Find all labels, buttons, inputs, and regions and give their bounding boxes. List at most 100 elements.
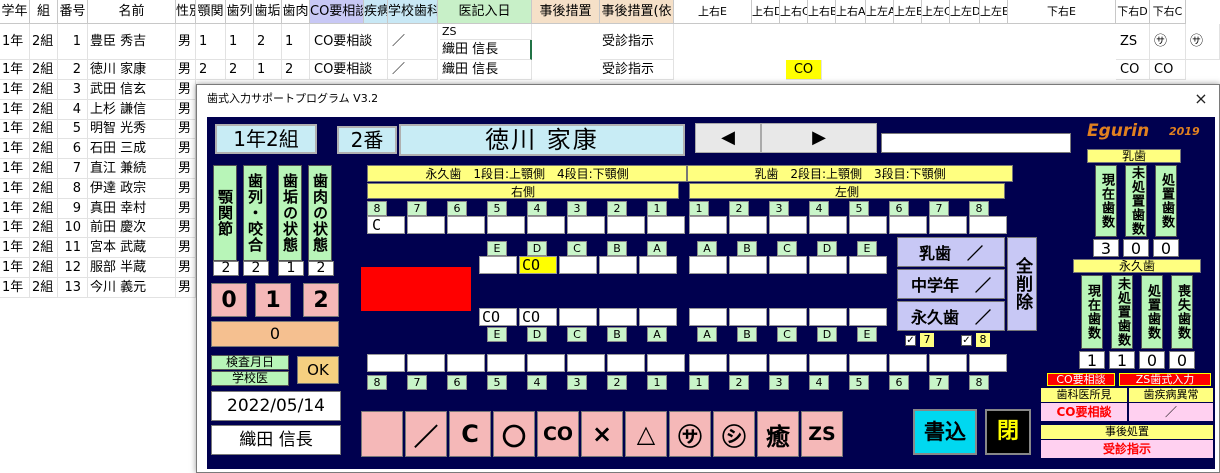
sheet-cell[interactable]: 1年 xyxy=(0,139,30,160)
perm-upper-tooth-slot[interactable] xyxy=(809,216,847,234)
perm-upper-tooth-slot[interactable] xyxy=(567,216,605,234)
sheet-cell[interactable]: 2 xyxy=(58,60,88,80)
sheet-cell[interactable]: 宮本 武蔵 xyxy=(88,238,176,259)
perm-lower-tooth-slot[interactable] xyxy=(689,354,727,372)
illness-value[interactable]: ／ xyxy=(1129,403,1213,421)
perm-upper-tooth-slot[interactable] xyxy=(849,216,887,234)
sheet-cell[interactable]: 13 xyxy=(58,277,88,298)
baby-upper-tooth-slot[interactable] xyxy=(769,256,807,274)
sheet-cell[interactable]: 男 xyxy=(176,218,196,239)
sheet-cell[interactable]: CO xyxy=(786,60,822,80)
baby-lower-tooth-slot[interactable]: CO xyxy=(479,308,517,326)
baby-lower-tooth-slot[interactable] xyxy=(689,308,727,326)
perm-lower-tooth-slot[interactable] xyxy=(447,354,485,372)
sheet-cell[interactable]: 1年 xyxy=(0,24,30,60)
sheet-cell[interactable]: 男 xyxy=(176,79,196,100)
sheet-cell[interactable]: 2組 xyxy=(30,198,58,219)
perm-lower-tooth-slot[interactable] xyxy=(929,354,967,372)
perm-lower-tooth-slot[interactable] xyxy=(527,354,565,372)
exam-date-field[interactable]: 2022/05/14 xyxy=(211,391,341,421)
sheet-cell[interactable]: 2組 xyxy=(30,238,58,259)
baby-lower-tooth-slot[interactable] xyxy=(809,308,847,326)
sheet-cell[interactable]: 2組 xyxy=(30,178,58,199)
check-7-box[interactable]: ✓ xyxy=(905,335,916,346)
circle-symbol-button[interactable]: 〇 xyxy=(493,411,535,457)
score-2-button[interactable]: 2 xyxy=(303,283,339,317)
sheet-cell[interactable]: 1 xyxy=(282,24,310,60)
sheet-cell[interactable]: 1 xyxy=(58,24,88,60)
sheet-cell[interactable]: 上杉 謙信 xyxy=(88,99,176,120)
sheet-cell[interactable]: 1 xyxy=(196,24,226,60)
sheet-cell[interactable]: 男 xyxy=(176,60,196,80)
baby-lower-tooth-slot[interactable]: CO xyxy=(519,308,557,326)
slash-symbol-button[interactable]: ／ xyxy=(405,411,447,457)
baby-lower-tooth-slot[interactable] xyxy=(849,308,887,326)
sheet-cell[interactable]: 9 xyxy=(58,198,88,219)
ok-button[interactable]: OK xyxy=(297,356,339,384)
sheet-cell[interactable]: ／ xyxy=(388,60,438,80)
sheet-cell[interactable]: 前田 慶次 xyxy=(88,218,176,239)
middle-grade-slash-button[interactable]: 中学年 ／ xyxy=(897,269,1005,299)
sheet-cell[interactable]: 男 xyxy=(176,198,196,219)
sheet-cell[interactable]: 1年 xyxy=(0,218,30,239)
sheet-cell[interactable]: 男 xyxy=(176,159,196,179)
sheet-cell[interactable]: CO要相談 xyxy=(310,60,388,80)
sheet-cell[interactable]: CO xyxy=(1116,60,1150,80)
sheet-cell[interactable]: 服部 半蔵 xyxy=(88,258,176,278)
sheet-cell[interactable]: 5 xyxy=(58,119,88,140)
perm-lower-tooth-slot[interactable] xyxy=(647,354,685,372)
clear-all-button[interactable]: 全削除 xyxy=(1007,237,1037,331)
sheet-cell[interactable]: 2組 xyxy=(30,258,58,278)
sheet-cell[interactable]: 2組 xyxy=(30,99,58,120)
sheet-cell[interactable]: 10 xyxy=(58,218,88,239)
next-student-button[interactable]: ▶ xyxy=(761,123,877,153)
baby-upper-tooth-slot[interactable] xyxy=(729,256,767,274)
sheet-cell[interactable]: 1 xyxy=(254,60,282,80)
sheet-cell[interactable]: 真田 幸村 xyxy=(88,198,176,219)
sheet-cell[interactable]: 6 xyxy=(58,139,88,160)
blank-symbol-button[interactable] xyxy=(361,411,403,457)
perm-upper-tooth-slot[interactable] xyxy=(929,216,967,234)
perm-upper-tooth-slot[interactable] xyxy=(889,216,927,234)
gum-value[interactable]: 2 xyxy=(308,261,334,276)
sheet-cell[interactable]: 男 xyxy=(176,24,196,60)
baby-upper-tooth-slot[interactable] xyxy=(639,256,677,274)
sheet-cell[interactable]: ㋚ xyxy=(1150,24,1186,60)
plaque-value[interactable]: 1 xyxy=(278,261,304,276)
sheet-cell[interactable]: 1年 xyxy=(0,178,30,199)
sheet-cell[interactable]: 1年 xyxy=(0,79,30,100)
perm-lower-tooth-slot[interactable] xyxy=(969,354,1007,372)
perm-lower-tooth-slot[interactable] xyxy=(487,354,525,372)
prev-student-button[interactable]: ◀ xyxy=(695,123,761,153)
sheet-cell[interactable]: 今川 義元 xyxy=(88,277,176,298)
sheet-cell[interactable]: 2組 xyxy=(30,159,58,179)
c-symbol-button[interactable]: C xyxy=(449,411,491,457)
perm-upper-tooth-slot[interactable] xyxy=(447,216,485,234)
perm-teeth-slash-button[interactable]: 永久歯 ／ xyxy=(897,301,1005,331)
sheet-cell[interactable]: 2組 xyxy=(30,60,58,80)
baby-upper-tooth-slot[interactable] xyxy=(689,256,727,274)
sheet-cell[interactable]: 2組 xyxy=(30,119,58,140)
sheet-cell[interactable]: 受診指示 xyxy=(600,60,674,80)
sheet-cell[interactable]: CO xyxy=(1150,60,1186,80)
perm-upper-tooth-slot[interactable] xyxy=(689,216,727,234)
baby-lower-tooth-slot[interactable] xyxy=(639,308,677,326)
perm-lower-tooth-slot[interactable] xyxy=(367,354,405,372)
close-button[interactable]: 閉 xyxy=(985,409,1031,455)
perm-lower-tooth-slot[interactable] xyxy=(729,354,767,372)
sheet-cell[interactable]: 男 xyxy=(176,258,196,278)
perm-upper-tooth-slot[interactable]: C xyxy=(367,216,405,234)
baby-lower-tooth-slot[interactable] xyxy=(769,308,807,326)
sheet-cell[interactable]: 豊臣 秀吉 xyxy=(88,24,176,60)
perm-upper-tooth-slot[interactable] xyxy=(969,216,1007,234)
close-icon[interactable]: × xyxy=(1189,85,1213,113)
sheet-cell[interactable]: 2組 xyxy=(30,24,58,60)
perm-lower-tooth-slot[interactable] xyxy=(889,354,927,372)
sheet-cell[interactable]: 徳川 家康 xyxy=(88,60,176,80)
sheet-cell[interactable]: ㋚ xyxy=(1186,24,1220,60)
shi-symbol-button[interactable]: ㋛ xyxy=(713,411,755,457)
memo-field[interactable] xyxy=(881,133,1071,153)
sheet-cell[interactable]: 1 xyxy=(226,24,254,60)
sheet-cell[interactable]: ZS xyxy=(1116,24,1150,60)
sheet-cell[interactable]: 2 xyxy=(282,60,310,80)
